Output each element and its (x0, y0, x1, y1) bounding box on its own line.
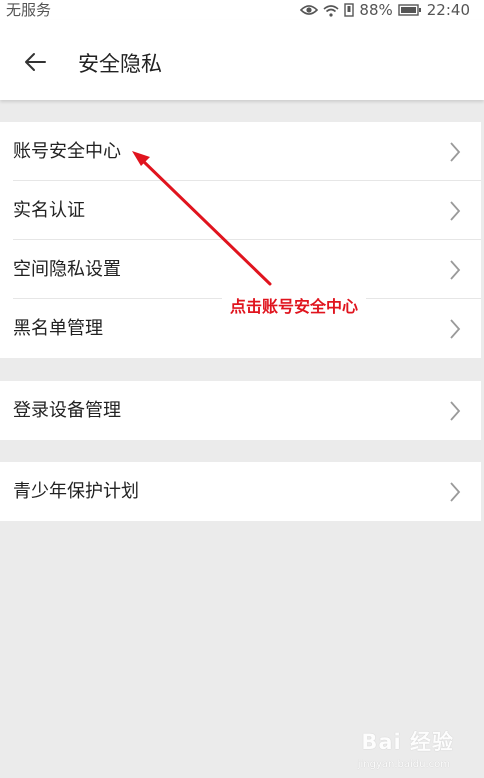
clock-time: 22:40 (426, 1, 470, 19)
list-item-real-name[interactable]: 实名认证 (0, 181, 481, 240)
chevron-right-icon (449, 142, 461, 162)
chevron-right-icon (449, 201, 461, 221)
page-title: 安全隐私 (78, 52, 162, 76)
app-bar: 安全隐私 (0, 20, 484, 100)
eye-icon (300, 4, 319, 16)
chevron-right-icon (449, 319, 461, 339)
list-item-space-privacy[interactable]: 空间隐私设置 (0, 240, 481, 299)
chevron-right-icon (449, 482, 461, 502)
chevron-right-icon (449, 260, 461, 280)
wifi-icon (323, 4, 339, 17)
list-item-label: 账号安全中心 (13, 141, 121, 162)
watermark-url: jingyan.baidu.com (357, 759, 450, 770)
settings-group-account: 账号安全中心 实名认证 空间隐私设置 黑名单管理 (0, 122, 481, 358)
list-item-label: 黑名单管理 (13, 318, 103, 339)
settings-group-devices: 登录设备管理 (0, 381, 481, 440)
list-item-label: 实名认证 (13, 200, 85, 221)
status-icons: 88% 22:40 (300, 0, 470, 20)
back-button[interactable] (18, 50, 52, 78)
list-item-label: 空间隐私设置 (13, 259, 121, 280)
sim-icon (344, 3, 355, 17)
list-item-youth-protection[interactable]: 青少年保护计划 (0, 462, 481, 521)
arrow-left-icon (23, 52, 47, 76)
watermark-logo: Bai 经验 (361, 730, 454, 754)
status-bar: 无服务 88% 22:40 (0, 0, 484, 20)
annotation-text: 点击账号安全中心 (222, 293, 367, 321)
battery-percent: 88% (359, 1, 393, 19)
list-item-login-devices[interactable]: 登录设备管理 (0, 381, 481, 440)
list-item-account-security[interactable]: 账号安全中心 (0, 122, 481, 181)
settings-group-youth: 青少年保护计划 (0, 462, 481, 521)
list-item-label: 登录设备管理 (13, 400, 121, 421)
carrier-text: 无服务 (6, 1, 52, 19)
list-item-label: 青少年保护计划 (13, 481, 139, 502)
chevron-right-icon (449, 401, 461, 421)
battery-icon (398, 4, 422, 16)
